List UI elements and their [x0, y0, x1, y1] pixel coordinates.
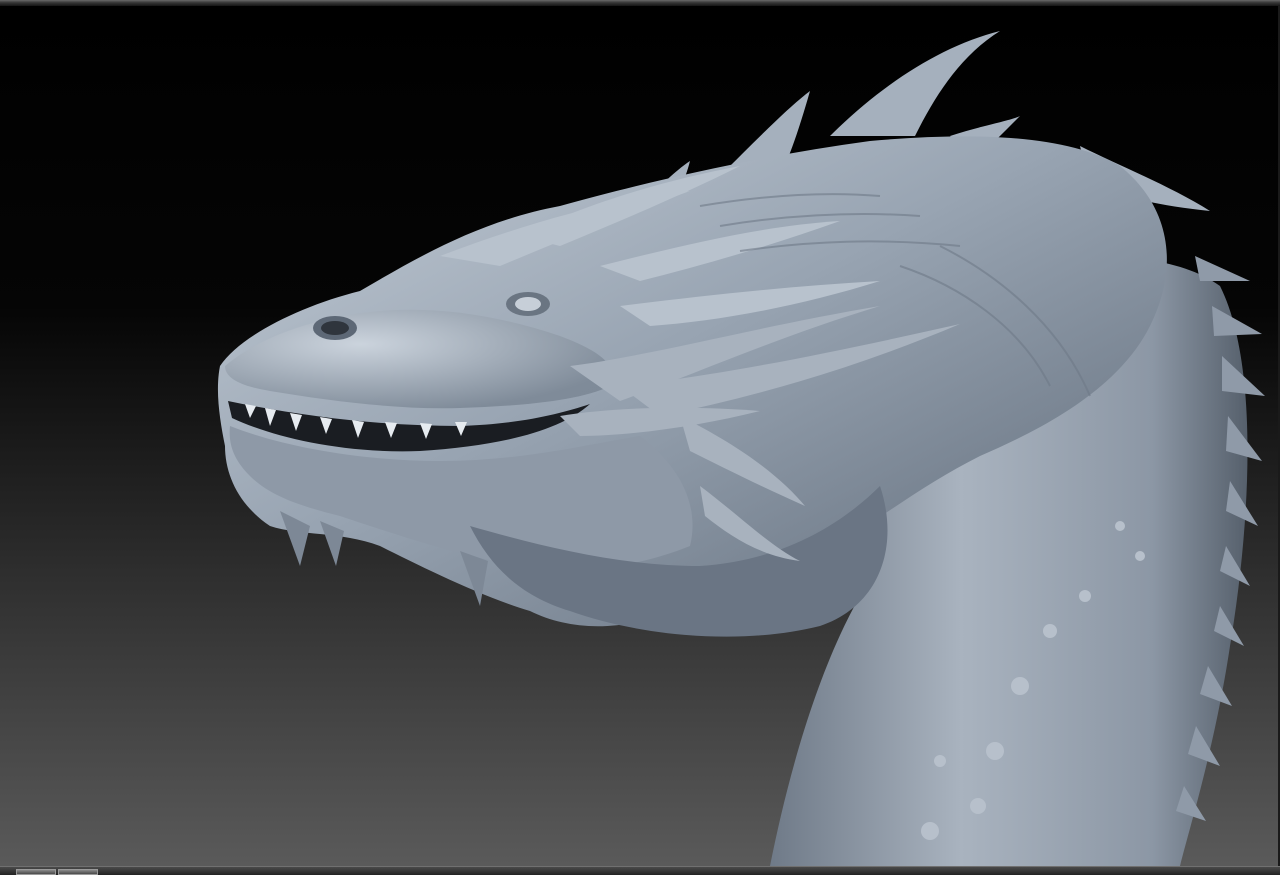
sculpt-app-window [0, 0, 1280, 875]
canvas-button[interactable] [58, 869, 98, 875]
dragon-sculpt-render [217, 31, 1265, 866]
sculpt-canvas[interactable] [0, 6, 1280, 866]
bottom-tray [0, 866, 1280, 875]
document-button[interactable] [16, 869, 56, 875]
